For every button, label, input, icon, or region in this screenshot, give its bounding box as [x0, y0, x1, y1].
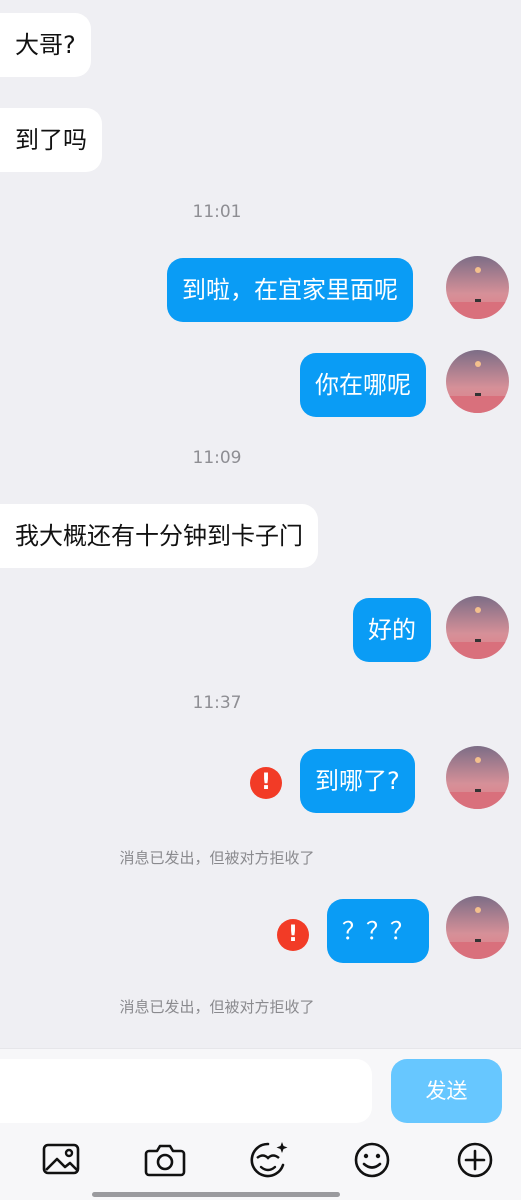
outgoing-message[interactable]: ？？？ [327, 899, 429, 963]
toolbar [0, 1128, 521, 1200]
incoming-message[interactable]: 到了吗 [0, 108, 102, 172]
rejection-notice: 消息已发出，但被对方拒收了 [119, 849, 315, 867]
avatar-image [446, 350, 509, 413]
incoming-message[interactable]: 我大概还有十分钟到卡子门 [0, 504, 318, 568]
timestamp: 11:01 [192, 202, 242, 222]
image-icon[interactable] [40, 1138, 84, 1182]
avatar-image [446, 746, 509, 809]
outgoing-message[interactable]: 好的 [353, 598, 431, 662]
chat-area[interactable]: 大哥? 到了吗 11:01 到啦，在宜家里面呢 你在哪呢 11:09 我大概还有… [0, 0, 521, 1048]
send-failed-icon[interactable]: ! [250, 767, 282, 799]
timestamp: 11:37 [192, 693, 242, 713]
home-indicator [92, 1192, 340, 1197]
send-failed-icon[interactable]: ! [277, 919, 309, 951]
send-button[interactable]: 发送 [391, 1059, 502, 1123]
timestamp: 11:09 [192, 448, 242, 468]
avatar[interactable] [446, 350, 509, 413]
message-input[interactable] [0, 1059, 372, 1123]
avatar[interactable] [446, 256, 509, 319]
avatar[interactable] [446, 596, 509, 659]
outgoing-message[interactable]: 到啦，在宜家里面呢 [167, 258, 413, 322]
outgoing-message[interactable]: 你在哪呢 [300, 353, 426, 417]
avatar-image [446, 256, 509, 319]
avatar-image [446, 896, 509, 959]
avatar[interactable] [446, 896, 509, 959]
avatar-image [446, 596, 509, 659]
camera-icon[interactable] [143, 1138, 187, 1182]
outgoing-message[interactable]: 到哪了? [300, 749, 415, 813]
emoji-icon[interactable] [350, 1138, 394, 1182]
plus-icon[interactable] [453, 1138, 497, 1182]
incoming-message[interactable]: 大哥? [0, 13, 91, 77]
rejection-notice: 消息已发出，但被对方拒收了 [119, 998, 315, 1016]
avatar[interactable] [446, 746, 509, 809]
sticker-icon[interactable] [246, 1138, 290, 1182]
input-bar: 发送 [0, 1048, 521, 1128]
